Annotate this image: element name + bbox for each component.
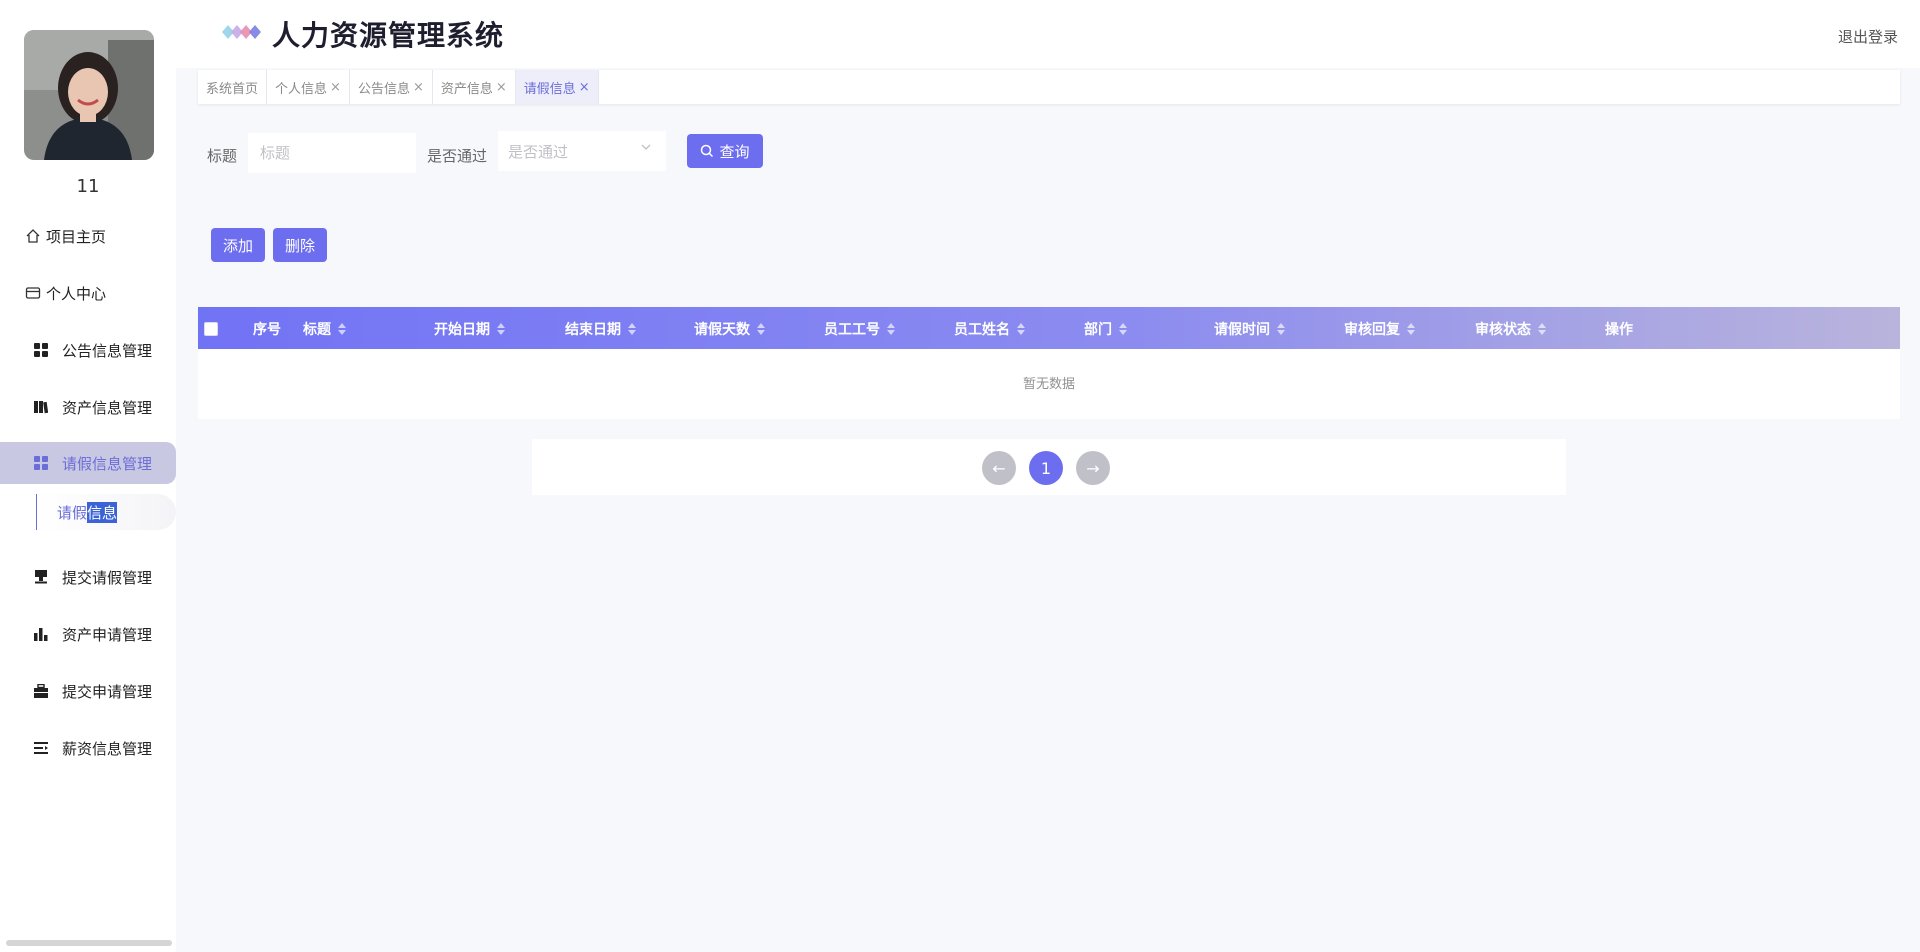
- select-all-checkbox[interactable]: [204, 322, 218, 336]
- sidebar: 11 项目主页 个人中心 公告信息管理 资产信息管理 请假信息管理 请假信息: [0, 0, 176, 952]
- close-icon[interactable]: ×: [579, 80, 590, 95]
- data-table: 序号 标题 开始日期 结束日期 请假天数 员工工号 员工姓名 部门 请假时间 审…: [198, 307, 1900, 419]
- next-page-button[interactable]: →: [1076, 451, 1110, 485]
- status-select[interactable]: 是否通过: [498, 131, 666, 171]
- logo-icon: [222, 25, 261, 39]
- sidebar-item-profile[interactable]: 个人中心: [0, 272, 176, 314]
- tab-label: 公告信息: [357, 81, 410, 97]
- sidebar-item-submit-apply[interactable]: 提交申请管理: [0, 670, 176, 712]
- sort-icon: [1017, 323, 1025, 335]
- query-button[interactable]: 查询: [687, 134, 763, 168]
- column-header-review-reply[interactable]: 审核回复: [1344, 319, 1415, 339]
- column-header-title[interactable]: 标题: [303, 319, 346, 339]
- id-card-icon: [24, 284, 42, 302]
- username: 11: [76, 176, 100, 197]
- prev-page-button[interactable]: ←: [982, 451, 1016, 485]
- table-header: 序号 标题 开始日期 结束日期 请假天数 员工工号 员工姓名 部门 请假时间 审…: [198, 307, 1900, 349]
- sidebar-item-salary[interactable]: 薪资信息管理: [0, 727, 176, 769]
- sidebar-item-label: 资产申请管理: [62, 625, 153, 644]
- pagination: ← 1 →: [532, 439, 1566, 495]
- briefcase-icon: [32, 682, 50, 700]
- page-1-button[interactable]: 1: [1029, 451, 1063, 485]
- column-header-leave-time[interactable]: 请假时间: [1214, 319, 1285, 339]
- column-header-actions: 操作: [1605, 322, 1633, 338]
- tab-label: 系统首页: [206, 81, 259, 97]
- title-search-input[interactable]: [248, 133, 416, 173]
- sort-icon: [1277, 323, 1285, 335]
- bar-chart-icon: [32, 625, 50, 643]
- stamp-icon: [32, 568, 50, 586]
- status-select-placeholder: 是否通过: [508, 142, 569, 161]
- sidebar-subitem-leave-info[interactable]: 请假 信息: [36, 494, 176, 530]
- column-header-department[interactable]: 部门: [1084, 319, 1127, 339]
- sidebar-item-label: 请假信息管理: [62, 454, 153, 473]
- column-header-review-status[interactable]: 审核状态: [1475, 319, 1546, 339]
- subitem-label-highlight: 信息: [87, 501, 118, 523]
- close-icon[interactable]: ×: [496, 80, 507, 95]
- sidebar-item-asset-apply[interactable]: 资产申请管理: [0, 613, 176, 655]
- sidebar-item-label: 资产信息管理: [62, 398, 153, 417]
- sidebar-item-label: 公告信息管理: [62, 341, 153, 360]
- empty-table-text: 暂无数据: [1022, 377, 1075, 392]
- column-header-end-date[interactable]: 结束日期: [565, 319, 636, 339]
- column-header-leave-days[interactable]: 请假天数: [694, 319, 765, 339]
- header: 人力资源管理系统 退出登录: [176, 0, 1920, 68]
- sidebar-item-label: 项目主页: [46, 227, 107, 246]
- sort-icon: [497, 323, 505, 335]
- home-icon: [24, 227, 42, 245]
- close-icon[interactable]: ×: [330, 80, 341, 95]
- tab-home[interactable]: 系统首页: [198, 70, 268, 104]
- sidebar-item-submit-leave[interactable]: 提交请假管理: [0, 556, 176, 598]
- column-header-index: 序号: [253, 322, 281, 338]
- tab-label: 资产信息: [440, 81, 493, 97]
- grid-icon: [32, 454, 50, 472]
- sort-icon: [887, 323, 895, 335]
- chevron-down-icon: [640, 141, 652, 156]
- list-icon: [32, 739, 50, 757]
- tab-label: 请假信息: [523, 81, 576, 97]
- sort-icon: [1407, 323, 1415, 335]
- app-title: 人力资源管理系统: [272, 19, 505, 52]
- sort-icon: [628, 323, 636, 335]
- title-filter-label: 标题: [207, 147, 238, 165]
- sidebar-item-label: 提交请假管理: [62, 568, 153, 587]
- sort-icon: [338, 323, 346, 335]
- avatar[interactable]: [24, 30, 154, 160]
- sort-icon: [1538, 323, 1546, 335]
- sidebar-item-assets[interactable]: 资产信息管理: [0, 386, 176, 428]
- tab-leave-info[interactable]: 请假信息 ×: [515, 70, 599, 104]
- subitem-label-prefix: 请假: [57, 503, 88, 522]
- sidebar-item-label: 薪资信息管理: [62, 739, 153, 758]
- sort-icon: [1119, 323, 1127, 335]
- tab-notice-info[interactable]: 公告信息 ×: [350, 70, 433, 104]
- sidebar-item-label: 个人中心: [46, 284, 107, 303]
- query-button-label: 查询: [719, 142, 750, 161]
- tab-label: 个人信息: [275, 81, 328, 97]
- status-filter-label: 是否通过: [427, 147, 488, 165]
- close-icon[interactable]: ×: [413, 80, 424, 95]
- sidebar-item-label: 提交申请管理: [62, 682, 153, 701]
- book-icon: [32, 398, 50, 416]
- tab-bar: 系统首页 个人信息 × 公告信息 × 资产信息 × 请假信息 ×: [198, 70, 1900, 104]
- sidebar-scrollbar[interactable]: [6, 940, 172, 946]
- logout-link[interactable]: 退出登录: [1838, 26, 1898, 47]
- sidebar-item-leave[interactable]: 请假信息管理: [0, 442, 176, 484]
- sidebar-item-notice[interactable]: 公告信息管理: [0, 329, 176, 371]
- grid-icon: [32, 341, 50, 359]
- sort-icon: [757, 323, 765, 335]
- column-header-start-date[interactable]: 开始日期: [434, 319, 505, 339]
- column-header-employee-id[interactable]: 员工工号: [824, 319, 895, 339]
- tab-personal-info[interactable]: 个人信息 ×: [267, 70, 350, 104]
- sidebar-item-home[interactable]: 项目主页: [0, 215, 176, 257]
- tab-asset-info[interactable]: 资产信息 ×: [433, 70, 516, 104]
- search-icon: [700, 144, 714, 158]
- avatar-photo: [24, 30, 154, 160]
- column-header-employee-name[interactable]: 员工姓名: [954, 319, 1025, 339]
- add-button[interactable]: 添加: [211, 228, 265, 262]
- delete-button[interactable]: 删除: [273, 228, 327, 262]
